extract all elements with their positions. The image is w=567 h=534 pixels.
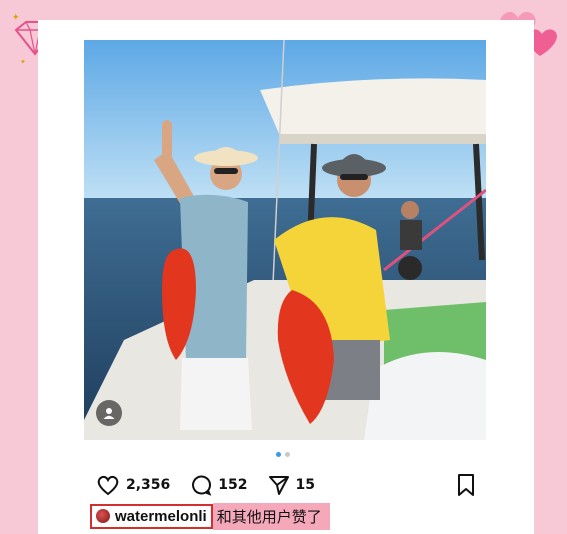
- post-photo[interactable]: [84, 40, 486, 440]
- bookmark-icon[interactable]: [456, 473, 476, 497]
- svg-text:✦: ✦: [20, 58, 26, 66]
- post-actions-bar: 2,356 152 15: [96, 471, 476, 499]
- carousel-indicator: [276, 452, 290, 457]
- liked-by-row: watermelonli 和其他用户赞了: [90, 502, 330, 530]
- liked-by-user[interactable]: watermelonli: [90, 503, 213, 529]
- comment-icon[interactable]: [190, 474, 212, 496]
- likes-count: 2,356: [126, 477, 171, 493]
- carousel-dot[interactable]: [285, 452, 290, 457]
- avatar[interactable]: [96, 509, 110, 523]
- carousel-dot-active[interactable]: [276, 452, 281, 457]
- comment-action[interactable]: 152: [190, 474, 248, 496]
- comments-count: 152: [218, 477, 248, 493]
- liked-by-others-text[interactable]: 和其他用户赞了: [212, 502, 330, 530]
- tagged-user-badge[interactable]: [96, 400, 122, 426]
- send-icon[interactable]: [268, 474, 290, 496]
- liked-by-username[interactable]: watermelonli: [115, 508, 207, 525]
- svg-text:✦: ✦: [12, 12, 20, 22]
- shares-count: 15: [295, 477, 316, 493]
- like-action[interactable]: 2,356: [96, 474, 170, 496]
- heart-icon[interactable]: [96, 474, 120, 496]
- user-icon: [103, 408, 115, 419]
- share-action[interactable]: 15: [268, 474, 315, 496]
